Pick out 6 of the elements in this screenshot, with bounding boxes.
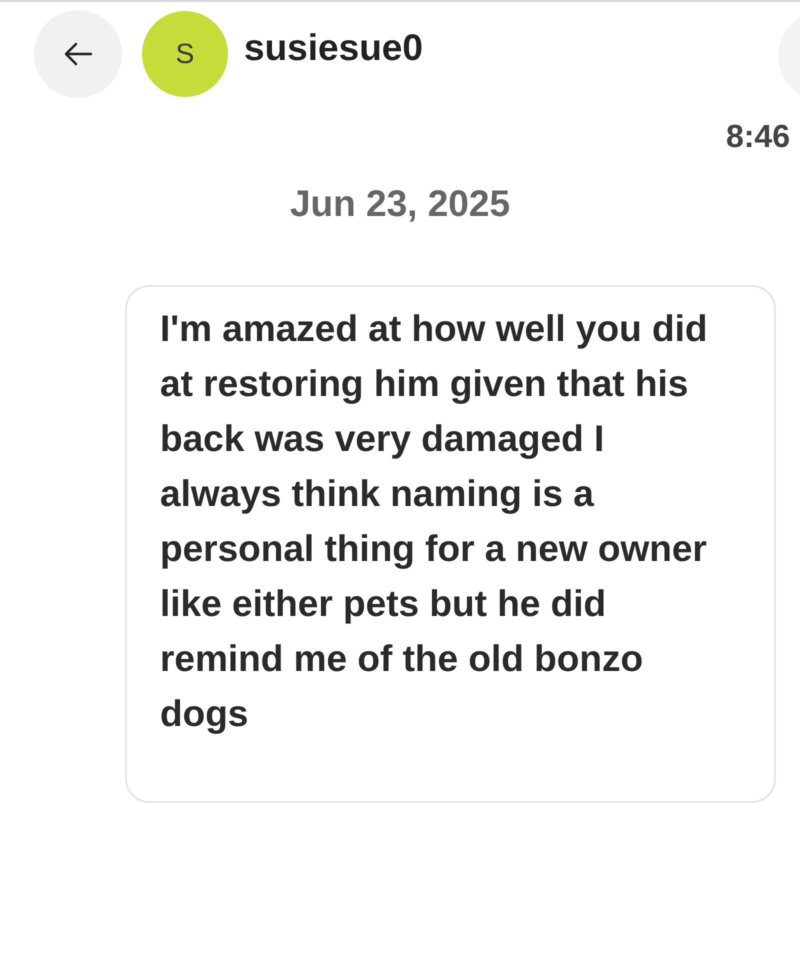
back-arrow-icon — [63, 42, 93, 66]
message-time: 8:46 — [726, 118, 790, 155]
username: susiesue0 — [244, 27, 423, 69]
avatar: S — [142, 11, 228, 97]
date-label: Jun 23, 2025 — [290, 183, 510, 225]
message-text: I'm amazed at how well you did at restoring him given that his back was very damaged I always think naming is a personal thing for a new owner like either pets but he did remind me of the old bonzo dogs — [160, 307, 708, 736]
